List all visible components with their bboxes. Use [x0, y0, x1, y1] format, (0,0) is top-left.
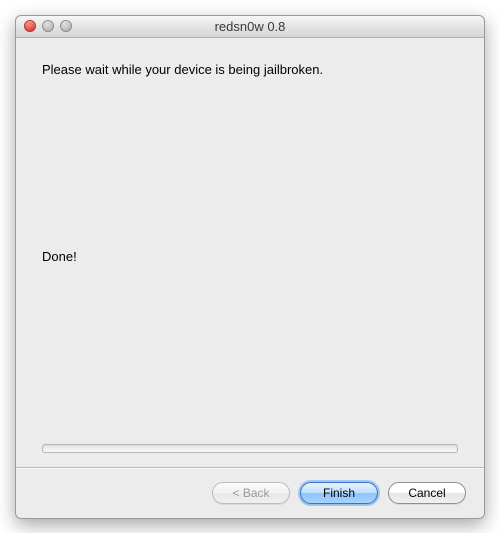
close-icon[interactable] — [24, 20, 36, 32]
status-text: Done! — [42, 249, 458, 264]
finish-button[interactable]: Finish — [300, 482, 378, 504]
app-window: redsn0w 0.8 Please wait while your devic… — [15, 15, 485, 519]
cancel-button[interactable]: Cancel — [388, 482, 466, 504]
titlebar: redsn0w 0.8 — [16, 16, 484, 38]
wizard-footer: < Back Finish Cancel — [16, 468, 484, 518]
progress-bar — [42, 444, 458, 453]
minimize-icon — [42, 20, 54, 32]
back-button: < Back — [212, 482, 290, 504]
window-title: redsn0w 0.8 — [16, 19, 484, 34]
window-controls — [16, 20, 72, 32]
zoom-icon — [60, 20, 72, 32]
instruction-text: Please wait while your device is being j… — [42, 62, 458, 77]
wizard-content: Please wait while your device is being j… — [16, 38, 484, 467]
progress-area — [42, 444, 458, 453]
